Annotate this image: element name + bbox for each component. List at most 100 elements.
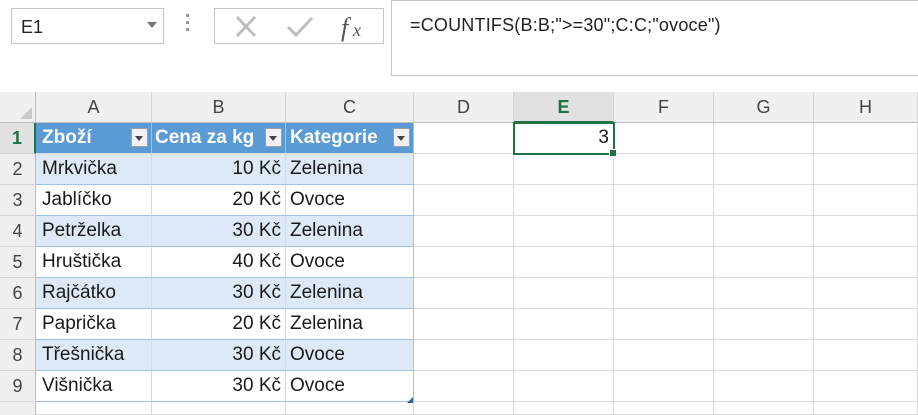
grid-cell[interactable] xyxy=(514,247,614,278)
row-header-7[interactable]: 7 xyxy=(0,309,36,340)
select-all-button[interactable] xyxy=(0,92,36,123)
grid-cell[interactable] xyxy=(414,340,514,371)
grid-cell[interactable] xyxy=(714,340,814,371)
grid-cell[interactable] xyxy=(614,154,714,185)
grid-cell[interactable] xyxy=(514,371,614,402)
grid-cell[interactable] xyxy=(514,309,614,340)
grid-cell[interactable] xyxy=(814,309,918,340)
table-header-cena[interactable]: Cena za kg xyxy=(152,123,286,154)
grid-cell[interactable] xyxy=(714,402,814,415)
grid-cell[interactable] xyxy=(514,154,614,185)
grid-cell[interactable] xyxy=(414,309,514,340)
insert-function-button[interactable]: f x xyxy=(329,9,379,45)
grid-cell[interactable] xyxy=(614,216,714,247)
grid-cell[interactable] xyxy=(286,402,414,415)
column-header-a[interactable]: A xyxy=(36,92,152,123)
grid-cell[interactable] xyxy=(614,402,714,415)
table-header-zbozi[interactable]: Zboží xyxy=(36,123,152,154)
grid-cell[interactable] xyxy=(414,154,514,185)
column-header-b[interactable]: B xyxy=(152,92,286,123)
grid-cell[interactable] xyxy=(814,278,918,309)
table-cell[interactable]: Ovoce xyxy=(286,247,414,278)
row-header-4[interactable]: 4 xyxy=(0,216,36,247)
grid-cell[interactable] xyxy=(714,154,814,185)
table-header-kategorie[interactable]: Kategorie xyxy=(286,123,414,154)
spreadsheet-grid[interactable]: A B C D E F G H 1 2 3 4 5 6 7 8 9 Zboží … xyxy=(0,92,918,415)
grid-cell[interactable] xyxy=(714,247,814,278)
grid-cell[interactable] xyxy=(514,216,614,247)
table-cell[interactable]: Ovoce xyxy=(286,371,414,402)
table-cell[interactable]: Zelenina xyxy=(286,309,414,340)
grid-cell[interactable] xyxy=(614,309,714,340)
grid-cell[interactable] xyxy=(714,123,814,154)
row-header-3[interactable]: 3 xyxy=(0,185,36,216)
formula-input[interactable]: =COUNTIFS(B:B;">=30";C:C;"ovoce") xyxy=(391,0,918,76)
name-box[interactable]: E1 xyxy=(11,8,164,44)
grid-cell[interactable] xyxy=(614,278,714,309)
table-cell[interactable]: Petrželka xyxy=(36,216,152,247)
column-header-c[interactable]: C xyxy=(286,92,414,123)
table-cell[interactable]: 20 Kč xyxy=(152,309,286,340)
grid-cell[interactable] xyxy=(714,309,814,340)
row-header-6[interactable]: 6 xyxy=(0,278,36,309)
grid-cell[interactable] xyxy=(414,278,514,309)
table-cell[interactable]: 30 Kč xyxy=(152,340,286,371)
grid-cell[interactable] xyxy=(614,123,714,154)
row-header-8[interactable]: 8 xyxy=(0,340,36,371)
table-resize-handle[interactable] xyxy=(407,397,413,403)
grid-cell[interactable] xyxy=(152,402,286,415)
grid-cell[interactable] xyxy=(414,216,514,247)
row-header-1[interactable]: 1 xyxy=(0,123,36,154)
column-header-g[interactable]: G xyxy=(714,92,814,123)
grid-cell[interactable] xyxy=(36,402,152,415)
column-header-h[interactable]: H xyxy=(814,92,918,123)
grid-cell[interactable] xyxy=(714,185,814,216)
row-header-2[interactable]: 2 xyxy=(0,154,36,185)
grid-cell[interactable] xyxy=(514,278,614,309)
filter-dropdown-icon[interactable] xyxy=(393,128,410,147)
table-cell[interactable]: Zelenina xyxy=(286,216,414,247)
table-cell[interactable]: 30 Kč xyxy=(152,278,286,309)
grid-cell[interactable] xyxy=(814,402,918,415)
grid-cell[interactable] xyxy=(714,216,814,247)
table-cell[interactable]: Jablíčko xyxy=(36,185,152,216)
table-cell[interactable]: Rajčátko xyxy=(36,278,152,309)
table-cell[interactable]: Ovoce xyxy=(286,185,414,216)
grid-cell[interactable] xyxy=(814,154,918,185)
table-cell[interactable]: 30 Kč xyxy=(152,371,286,402)
grid-cell[interactable] xyxy=(414,402,514,415)
grid-cell[interactable] xyxy=(414,371,514,402)
grid-cell[interactable] xyxy=(714,278,814,309)
grid-cell[interactable] xyxy=(714,371,814,402)
enter-button[interactable] xyxy=(275,9,325,45)
grid-cell[interactable] xyxy=(414,247,514,278)
grid-cell[interactable] xyxy=(814,340,918,371)
table-cell[interactable]: Paprička xyxy=(36,309,152,340)
grid-cell[interactable] xyxy=(614,185,714,216)
table-cell[interactable]: Višnička xyxy=(36,371,152,402)
table-cell[interactable]: Mrkvička xyxy=(36,154,152,185)
column-header-f[interactable]: F xyxy=(614,92,714,123)
table-cell[interactable]: Třešnička xyxy=(36,340,152,371)
grid-cell[interactable] xyxy=(814,247,918,278)
table-cell[interactable]: 40 Kč xyxy=(152,247,286,278)
grid-cell[interactable] xyxy=(614,340,714,371)
filter-dropdown-icon[interactable] xyxy=(265,128,282,147)
grid-cell[interactable] xyxy=(514,340,614,371)
row-header-10[interactable] xyxy=(0,402,36,415)
table-cell[interactable]: 30 Kč xyxy=(152,216,286,247)
table-cell[interactable]: Zelenina xyxy=(286,278,414,309)
grid-cell[interactable] xyxy=(514,402,614,415)
grid-cell[interactable] xyxy=(614,371,714,402)
grid-cell[interactable] xyxy=(814,185,918,216)
table-cell[interactable]: Zelenina xyxy=(286,154,414,185)
cancel-button[interactable] xyxy=(221,9,271,45)
grid-cell[interactable] xyxy=(414,123,514,154)
grid-cell[interactable] xyxy=(814,216,918,247)
grid-cell[interactable] xyxy=(814,371,918,402)
filter-dropdown-icon[interactable] xyxy=(131,128,148,147)
fill-handle[interactable] xyxy=(609,149,617,157)
grid-cell[interactable] xyxy=(414,185,514,216)
table-cell[interactable]: Ovoce xyxy=(286,340,414,371)
chevron-down-icon[interactable] xyxy=(147,22,157,28)
